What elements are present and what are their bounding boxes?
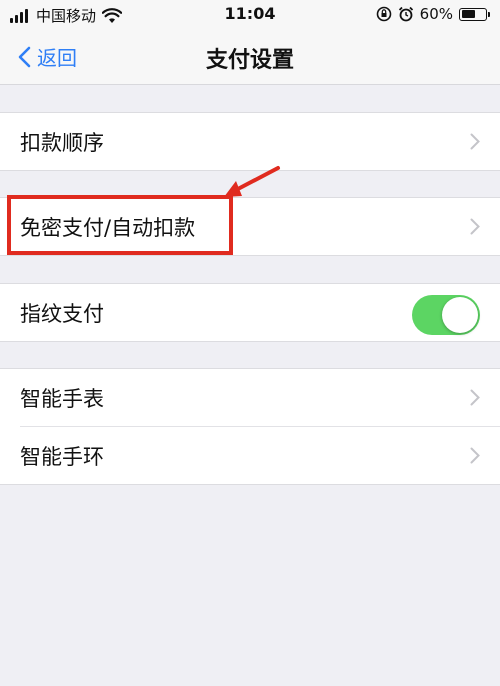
cell-label: 扣款顺序 [20, 130, 104, 155]
cell-label: 智能手表 [20, 386, 104, 411]
navigation-bar: 返回 支付设置 [0, 30, 500, 85]
battery-nub [488, 11, 490, 17]
battery-icon [459, 7, 487, 21]
list-item-smartband[interactable]: 智能手环 [20, 426, 500, 484]
list-item-fingerprint-payment: 指纹支付 [0, 284, 500, 341]
rotation-lock-icon [376, 6, 391, 22]
chevron-right-icon [470, 447, 480, 464]
toggle-knob [442, 297, 478, 333]
cell-label: 智能手环 [20, 444, 104, 469]
annotation-highlight-box [7, 195, 233, 255]
chevron-right-icon [470, 389, 480, 406]
status-bar: 中国移动 11:04 60% [0, 0, 500, 30]
chevron-right-icon [470, 133, 480, 150]
list-item-smartwatch[interactable]: 智能手表 [0, 369, 500, 426]
status-right: 60% [376, 5, 490, 23]
chevron-right-icon [470, 218, 480, 235]
settings-group-wearables: 智能手表 智能手环 [0, 368, 500, 485]
battery-percent: 60% [419, 5, 453, 23]
alarm-icon [398, 6, 413, 22]
annotation-arrow [224, 166, 280, 197]
cell-label: 指纹支付 [20, 301, 104, 326]
fingerprint-toggle[interactable] [412, 295, 480, 335]
settings-group-order: 扣款顺序 [0, 112, 500, 171]
settings-group-fingerprint: 指纹支付 [0, 283, 500, 342]
page-title: 支付设置 [205, 48, 294, 73]
battery-fill [461, 10, 475, 18]
list-item-deduction-order[interactable]: 扣款顺序 [0, 113, 500, 170]
